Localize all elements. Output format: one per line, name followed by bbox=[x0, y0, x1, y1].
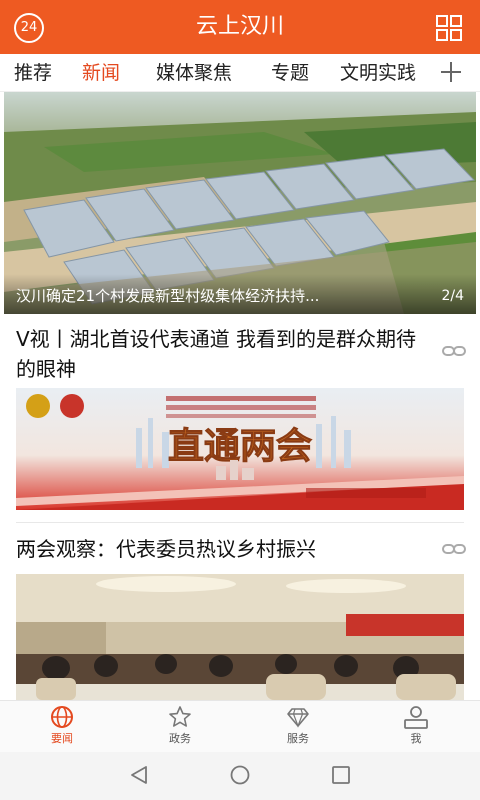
nav-label: 我 bbox=[410, 732, 422, 745]
grid-menu-icon[interactable] bbox=[436, 15, 462, 41]
nav-item-news[interactable]: 要闻 bbox=[22, 705, 102, 751]
nav-label: 要闻 bbox=[51, 732, 73, 745]
person-icon bbox=[404, 706, 428, 729]
nav-item-government[interactable]: 政务 bbox=[140, 705, 220, 751]
nav-item-me[interactable]: 我 bbox=[376, 705, 456, 751]
meeting-room-photo bbox=[16, 574, 464, 700]
nav-item-services[interactable]: 服务 bbox=[258, 705, 338, 751]
article-title-1[interactable]: V视丨湖北首设代表通道 我看到的是群众期待的眼神 bbox=[16, 324, 426, 384]
add-channel-icon[interactable] bbox=[438, 59, 464, 85]
back-icon[interactable] bbox=[128, 764, 150, 786]
article-banner-1[interactable]: 直通两会 bbox=[16, 388, 464, 510]
tab-news[interactable]: 新闻 bbox=[82, 60, 120, 86]
tab-media-focus[interactable]: 媒体聚焦 bbox=[156, 60, 232, 86]
bottom-navigation: 要闻 政务 服务 我 bbox=[0, 700, 480, 752]
two-sessions-banner-image: 直通两会 bbox=[16, 388, 464, 510]
globe-icon bbox=[51, 706, 73, 728]
tab-civilization-practice[interactable]: 文明实践 bbox=[340, 60, 416, 86]
hero-carousel[interactable]: 汉川确定21个村发展新型村级集体经济扶持... 2/4 bbox=[4, 92, 476, 314]
article-title-2[interactable]: 两会观察：代表委员热议乡村振兴 bbox=[16, 534, 436, 564]
news-feed[interactable]: 汉川确定21个村发展新型村级集体经济扶持... 2/4 V视丨湖北首设代表通道 … bbox=[0, 92, 480, 700]
article-image-2[interactable] bbox=[16, 574, 464, 700]
diamond-icon bbox=[287, 708, 309, 728]
channel-tabs: 推荐 新闻 媒体聚焦 专题 文明实践 bbox=[0, 54, 480, 92]
tab-recommend[interactable]: 推荐 bbox=[14, 60, 52, 86]
national-emblem-icon bbox=[26, 394, 50, 418]
nav-label: 政务 bbox=[169, 732, 191, 745]
app-header: 24 云上汉川 bbox=[0, 0, 480, 54]
cppcc-emblem-icon bbox=[60, 394, 84, 418]
nav-label: 服务 bbox=[287, 732, 309, 745]
link-icon[interactable] bbox=[442, 542, 466, 556]
tab-special-topics[interactable]: 专题 bbox=[271, 60, 309, 86]
recents-icon[interactable] bbox=[330, 764, 352, 786]
hero-caption[interactable]: 汉川确定21个村发展新型村级集体经济扶持... bbox=[16, 285, 416, 306]
badge-24-icon[interactable]: 24 bbox=[14, 13, 44, 43]
divider bbox=[16, 522, 464, 523]
home-icon[interactable] bbox=[229, 764, 251, 786]
system-navigation-bar bbox=[0, 752, 480, 800]
link-icon[interactable] bbox=[442, 344, 466, 358]
star-icon bbox=[169, 706, 191, 727]
carousel-pager: 2/4 bbox=[441, 288, 464, 304]
app-title: 云上汉川 bbox=[195, 14, 284, 39]
banner-text: 直通两会 bbox=[168, 425, 312, 467]
app-screen: 24 云上汉川 推荐 新闻 媒体聚焦 专题 文明实践 汉川确定21个村发展新型村… bbox=[0, 0, 480, 800]
